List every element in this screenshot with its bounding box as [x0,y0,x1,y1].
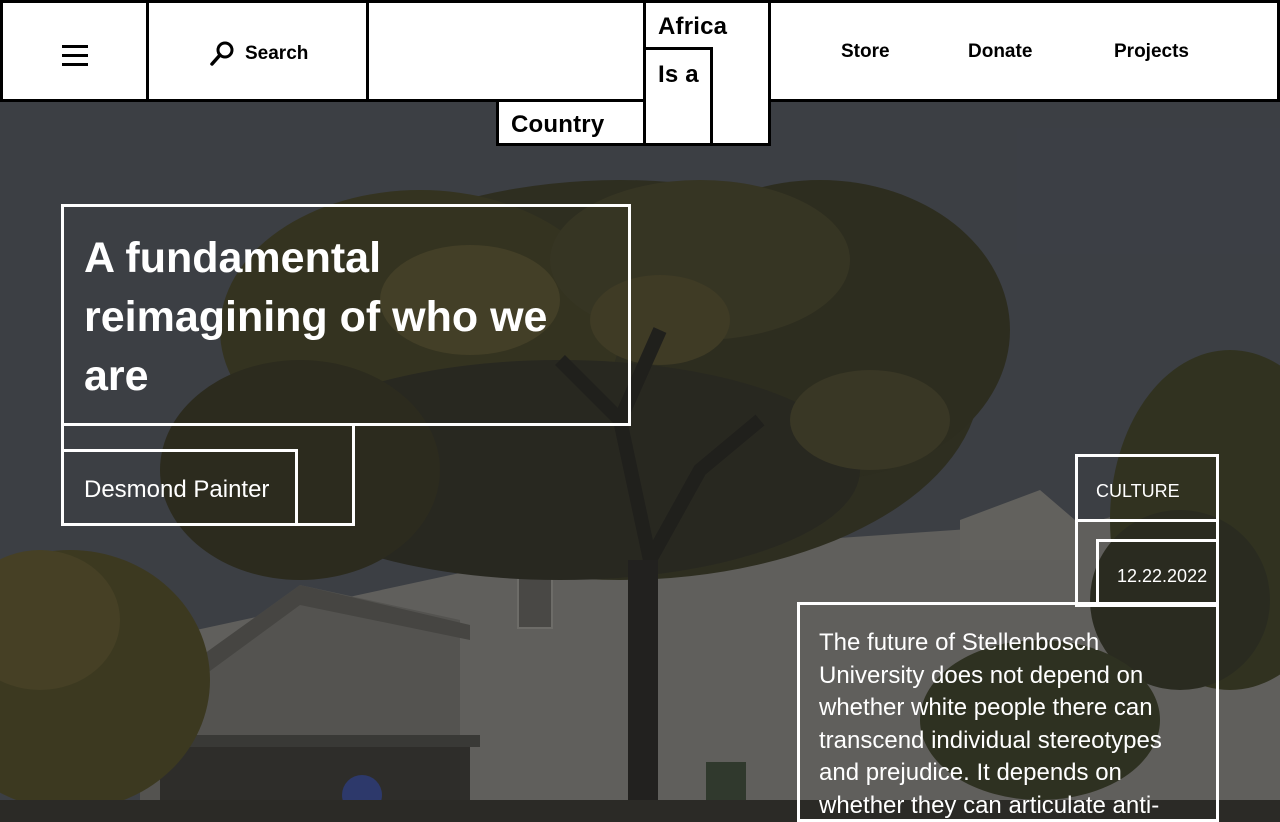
article-author-link[interactable]: Desmond Painter [84,476,269,504]
hamburger-menu-icon[interactable] [62,45,90,67]
nav-donate-link[interactable]: Donate [968,41,1032,63]
article-excerpt-box: The future of Stellenbosch University do… [797,602,1219,822]
logo-word-is-a: Is a [658,61,699,88]
logo-block-country: Country [496,99,646,146]
search-icon [210,41,234,66]
site-header: Search Store Donate Projects [0,0,1280,102]
article-title-box: A fundamental reimagining of who we are [61,204,631,426]
logo-word-africa: Africa [658,13,728,40]
menu-cell [0,0,149,102]
article-date: 12.22.2022 [1117,566,1208,586]
nav-projects-link[interactable]: Projects [1114,41,1189,63]
article-title[interactable]: A fundamental reimagining of who we are [84,229,584,406]
author-box: Desmond Painter [61,449,298,526]
category-box: CULTURE [1075,454,1219,522]
header-spacer [366,0,646,102]
search-cell: Search [146,0,369,102]
logo-word-country: Country [511,111,605,138]
article-excerpt: The future of Stellenbosch University do… [819,629,1162,819]
search-button[interactable]: Search [209,39,308,69]
nav-store-link[interactable]: Store [841,41,890,63]
search-label: Search [245,43,309,64]
main-nav: Store Donate Projects [768,0,1280,102]
article-category-link[interactable]: CULTURE [1096,481,1180,502]
logo-block-is-a: Is a [643,47,713,146]
date-box: 12.22.2022 [1096,539,1219,607]
